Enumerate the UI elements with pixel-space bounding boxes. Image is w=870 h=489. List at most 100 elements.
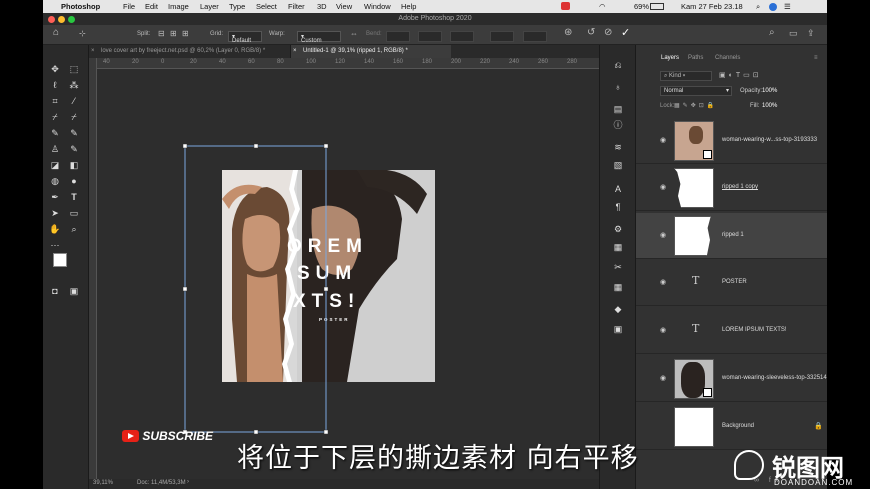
opacity-value[interactable]: 100% xyxy=(762,88,777,94)
menu-image[interactable]: Image xyxy=(168,2,189,11)
blur-tool-icon[interactable]: ◍ xyxy=(48,175,62,187)
menu-edit[interactable]: Edit xyxy=(145,2,158,11)
tab-channels[interactable]: Channels xyxy=(715,55,740,61)
canvas-area[interactable]: OREM SUM XTS! POSTER xyxy=(97,69,599,479)
layer-filter-select[interactable]: ⌕ Kind ▾ xyxy=(660,71,712,81)
info-panel-icon[interactable]: ⓘ xyxy=(611,119,625,131)
grid-select[interactable]: Default ▾ xyxy=(228,31,262,44)
fill-value[interactable]: 100% xyxy=(762,103,777,109)
layer-row-poster[interactable]: ◉ T POSTER xyxy=(636,260,827,306)
visibility-eye-icon[interactable]: ◉ xyxy=(660,136,666,144)
handle-top-right[interactable] xyxy=(323,143,329,149)
handle-bottom-right[interactable] xyxy=(323,429,329,435)
crop-tool-icon[interactable]: ⌗ xyxy=(48,95,62,107)
document-canvas[interactable]: OREM SUM XTS! POSTER xyxy=(97,69,599,479)
light-panel-icon[interactable]: ♁ xyxy=(611,81,625,93)
handle-middle-right[interactable] xyxy=(323,286,329,292)
history-brush-icon[interactable]: ✎ xyxy=(67,143,81,155)
user-icon[interactable] xyxy=(769,3,777,11)
pencil-tool-icon[interactable]: ✎ xyxy=(48,127,62,139)
menu-window[interactable]: Window xyxy=(364,2,391,11)
dodge-tool-icon[interactable]: ● xyxy=(67,175,81,187)
workspace-icon[interactable]: ▭ xyxy=(789,28,798,39)
path-select-tool-icon[interactable]: ➤ xyxy=(48,207,62,219)
battery-icon[interactable] xyxy=(650,3,664,10)
visibility-eye-icon[interactable]: ◉ xyxy=(660,326,666,334)
interp-field[interactable] xyxy=(523,31,547,42)
wifi-icon[interactable]: ◠ xyxy=(599,2,606,11)
menu-select[interactable]: Select xyxy=(256,2,277,11)
3d-panel-icon[interactable]: ◆ xyxy=(611,303,625,315)
datetime[interactable]: Kam 27 Feb 23.18 xyxy=(681,2,743,11)
h-field[interactable] xyxy=(418,31,442,42)
layer-row-woman-sleeveless[interactable]: ◉ woman-wearing-sleeveless-top-3325142 xyxy=(636,356,827,402)
layer-row-lorem[interactable]: ◉ T LOREM IPSUM TEXTS! xyxy=(636,308,827,354)
layer-filter-icons[interactable]: ▣◐T▭⊡ xyxy=(719,71,762,79)
screen-mode-icon[interactable]: ▣ xyxy=(67,285,81,297)
visibility-eye-icon[interactable]: ◉ xyxy=(660,183,666,191)
tab-untitled-1[interactable]: × Untitled-1 @ 39,1% (ripped 1, RGB/8) * xyxy=(291,45,451,58)
commit-transform-icon[interactable]: ✓ xyxy=(621,26,630,39)
blend-mode-select[interactable]: Normal ▾ xyxy=(660,86,732,96)
tab-layers[interactable]: Layers xyxy=(661,55,679,61)
undo-icon[interactable]: ↺ xyxy=(587,27,595,38)
bend-field[interactable] xyxy=(386,31,410,42)
menu-3d[interactable]: 3D xyxy=(317,2,327,11)
zoom-level[interactable]: 39,11% xyxy=(93,480,113,486)
layer-row-background[interactable]: Background 🔒 xyxy=(636,404,827,450)
close-window-button[interactable] xyxy=(48,16,55,23)
lock-icons[interactable]: ▦✎✥⊡🔒 xyxy=(674,102,717,109)
split-vertical-icon[interactable]: ⊞ xyxy=(170,29,177,38)
share-icon[interactable]: ⇪ xyxy=(807,28,815,39)
marquee-tool-icon[interactable]: ⬚ xyxy=(67,63,81,75)
minimize-window-button[interactable] xyxy=(58,16,65,23)
history-panel-icon[interactable]: ⎌ xyxy=(611,59,625,71)
gradient-tool-icon[interactable]: ◧ xyxy=(67,159,81,171)
brush-tool-icon[interactable]: ⌿ xyxy=(67,111,81,123)
split-horizontal-icon[interactable]: ⊟ xyxy=(158,29,165,38)
record-icon[interactable] xyxy=(561,2,570,10)
transform-icon[interactable]: ⊹ xyxy=(79,29,86,38)
brush-settings-icon[interactable]: ▣ xyxy=(611,323,625,335)
cancel-transform-icon[interactable]: ⊘ xyxy=(604,27,612,38)
shape-tool-icon[interactable]: ▭ xyxy=(67,207,81,219)
panel-menu-icon[interactable]: ≡ xyxy=(814,55,818,61)
menu-file[interactable]: File xyxy=(123,2,135,11)
lock-icon[interactable]: 🔒 xyxy=(814,422,823,430)
move-tool-icon[interactable]: ✥ xyxy=(48,63,62,75)
menu-type[interactable]: Type xyxy=(229,2,245,11)
magic-wand-tool-icon[interactable]: ⁂ xyxy=(67,79,81,91)
stamp-tool-icon[interactable]: ♙ xyxy=(48,143,62,155)
close-tab-icon[interactable]: × xyxy=(293,45,297,58)
swatches-panel-icon[interactable]: ▦ xyxy=(611,241,625,253)
hand-tool-icon[interactable]: ✋ xyxy=(48,223,62,235)
mixer-brush-icon[interactable]: ✎ xyxy=(67,127,81,139)
lasso-tool-icon[interactable]: ℓ xyxy=(48,79,62,91)
layer-row-ripped-1[interactable]: ◉ ripped 1 xyxy=(636,213,827,259)
home-icon[interactable]: ⌂ xyxy=(53,27,59,38)
layer-row-ripped-1-copy[interactable]: ◉ ripped 1 copy xyxy=(636,165,827,211)
type-tool-icon[interactable]: T xyxy=(67,191,81,203)
tools-preset-icon[interactable]: ✂ xyxy=(611,261,625,273)
doc-size[interactable]: Doc: 11,4M/53,3M xyxy=(137,480,186,486)
menu-list-icon[interactable]: ☰ xyxy=(784,2,791,11)
visibility-eye-icon[interactable]: ◉ xyxy=(660,231,666,239)
zoom-tool-icon[interactable]: ⌕ xyxy=(67,223,81,235)
healing-tool-icon[interactable]: ⌿ xyxy=(48,111,62,123)
pen-tool-icon[interactable]: ✒ xyxy=(48,191,62,203)
properties-panel-icon[interactable]: ≋ xyxy=(611,141,625,153)
menu-filter[interactable]: Filter xyxy=(288,2,305,11)
split-cross-icon[interactable]: ⊞ xyxy=(182,29,189,38)
search-icon-options[interactable]: ⌕ xyxy=(769,27,775,38)
v-field[interactable] xyxy=(450,31,474,42)
character-panel-icon[interactable]: A xyxy=(611,183,625,195)
warp-toggle-icon[interactable]: ⊛ xyxy=(564,27,572,38)
more-tools-icon[interactable]: ⋯ xyxy=(48,239,62,251)
handle-top-middle[interactable] xyxy=(253,143,259,149)
table-panel-icon[interactable]: ▦ xyxy=(611,281,625,293)
handle-middle-left[interactable] xyxy=(182,286,188,292)
glyphs-panel-icon[interactable]: ⚙ xyxy=(611,223,625,235)
eyedropper-tool-icon[interactable]: ⁄ xyxy=(67,95,81,107)
handle-top-left[interactable] xyxy=(182,143,188,149)
foreground-color-swatch[interactable] xyxy=(53,253,67,267)
